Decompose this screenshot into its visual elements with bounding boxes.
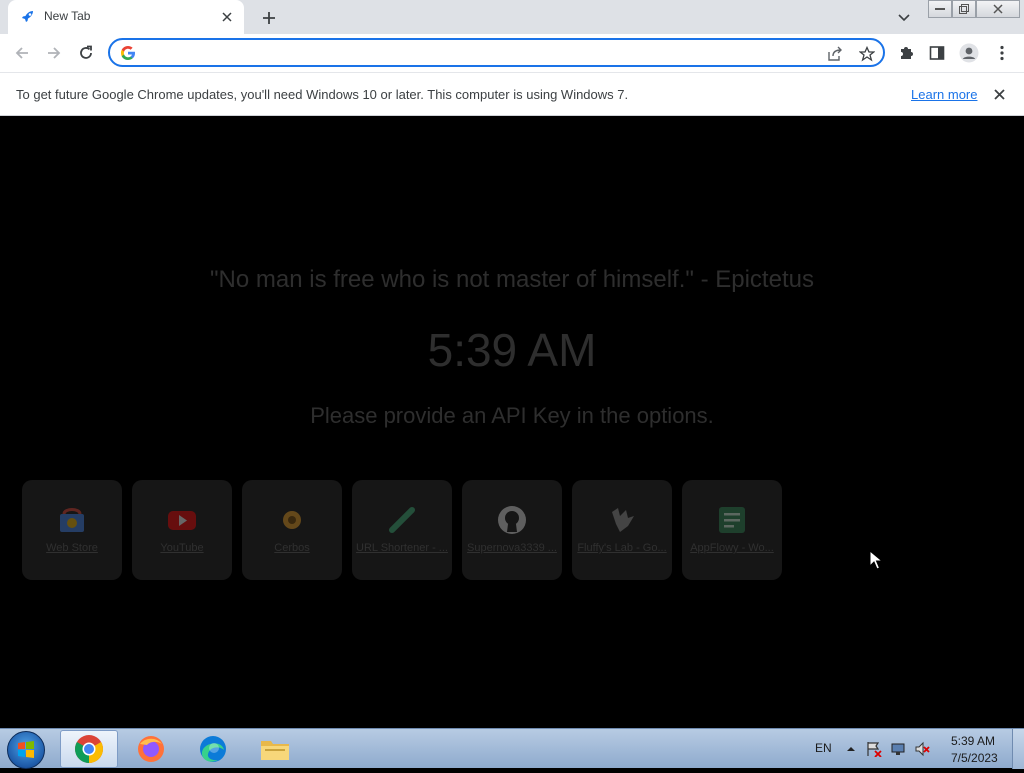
google-g-icon — [120, 46, 135, 60]
shortcut-tile-cerbos[interactable]: Cerbos — [242, 480, 342, 580]
edge-icon — [200, 736, 226, 762]
update-infobar: To get future Google Chrome updates, you… — [0, 72, 1024, 116]
shortcut-label: AppFlowy - Wo... — [690, 542, 774, 554]
share-icon[interactable] — [826, 45, 844, 63]
appflowy-icon — [719, 507, 745, 533]
close-window-button[interactable] — [976, 0, 1020, 18]
extensions-puzzle-icon[interactable] — [895, 42, 917, 64]
reload-button[interactable] — [74, 41, 98, 65]
learn-more-link[interactable]: Learn more — [911, 87, 977, 102]
infobar-message: To get future Google Chrome updates, you… — [16, 87, 629, 102]
url-shortener-icon — [389, 507, 415, 533]
bookmark-star-icon[interactable] — [858, 45, 876, 63]
rocket-icon — [22, 11, 33, 22]
tab-title: New Tab — [44, 9, 91, 23]
show-hidden-icons-arrow-icon[interactable] — [843, 741, 859, 757]
webstore-icon — [60, 508, 84, 532]
taskbar-file-explorer[interactable] — [246, 730, 304, 768]
shortcut-tile-appflowy[interactable]: AppFlowy - Wo... — [682, 480, 782, 580]
shortcut-tile-web-store[interactable]: Web Store — [22, 480, 122, 580]
menu-kebab-icon[interactable] — [991, 42, 1013, 64]
mouse-cursor-icon — [869, 550, 883, 570]
shortcut-label: YouTube — [160, 542, 204, 554]
shortcut-tile-fluffys-lab[interactable]: Fluffy's Lab - Go... — [572, 480, 672, 580]
shortcut-tile-github[interactable]: Supernova3339 ... — [462, 480, 562, 580]
shortcut-label: URL Shortener - ... — [356, 542, 448, 554]
action-center-flag-icon[interactable] — [866, 741, 882, 757]
taskbar-clock-time[interactable]: 5:39 AM — [951, 734, 995, 748]
taskbar-chrome[interactable] — [60, 730, 118, 768]
windows-logo-icon — [18, 741, 34, 758]
address-bar[interactable] — [108, 38, 885, 67]
network-icon[interactable] — [890, 741, 906, 757]
tab-close-icon[interactable] — [218, 8, 236, 26]
show-desktop-button[interactable] — [1012, 729, 1024, 769]
forward-button[interactable] — [42, 41, 66, 65]
clock-display: 5:39 AM — [427, 324, 597, 376]
infobar-close-icon[interactable] — [990, 85, 1008, 103]
minimize-button[interactable] — [928, 0, 952, 18]
shortcut-label: Fluffy's Lab - Go... — [577, 542, 667, 554]
browser-toolbar — [0, 34, 1024, 72]
address-input[interactable] — [146, 44, 806, 62]
tab-strip: New Tab — [0, 0, 1024, 34]
new-tab-button[interactable] — [258, 7, 280, 29]
file-explorer-icon — [261, 741, 289, 760]
language-indicator[interactable]: EN — [815, 741, 832, 755]
taskbar-firefox[interactable] — [122, 730, 180, 768]
back-button[interactable] — [10, 41, 34, 65]
start-button[interactable] — [7, 731, 45, 769]
tab-search-chevron-icon[interactable] — [894, 8, 914, 28]
shortcut-tile-url-shortener[interactable]: URL Shortener - ... — [352, 480, 452, 580]
taskbar-clock-date[interactable]: 7/5/2023 — [951, 751, 998, 765]
github-icon — [498, 506, 526, 534]
new-tab-page: "No man is free who is not master of him… — [0, 116, 1024, 728]
profile-avatar-icon[interactable] — [958, 42, 980, 64]
shortcut-label: Cerbos — [274, 542, 310, 554]
side-panel-icon[interactable] — [926, 42, 948, 64]
youtube-icon — [168, 511, 196, 530]
shortcut-label: Web Store — [46, 542, 98, 554]
shortcut-tile-youtube[interactable]: YouTube — [132, 480, 232, 580]
windows-taskbar: EN 5:39 AM 7/5/2023 — [0, 728, 1024, 769]
volume-muted-icon[interactable] — [914, 741, 930, 757]
cerbos-icon — [283, 511, 301, 529]
tab-new-tab[interactable]: New Tab — [8, 0, 244, 34]
restore-button[interactable] — [952, 0, 976, 18]
firefox-icon — [138, 736, 164, 762]
fluffys-lab-icon — [612, 508, 634, 532]
taskbar-edge[interactable] — [184, 730, 242, 768]
api-key-message: Please provide an API Key in the options… — [310, 403, 714, 428]
shortcut-label: Supernova3339 ... — [467, 542, 557, 554]
chrome-icon — [75, 735, 103, 763]
quote-text: "No man is free who is not master of him… — [210, 266, 814, 293]
